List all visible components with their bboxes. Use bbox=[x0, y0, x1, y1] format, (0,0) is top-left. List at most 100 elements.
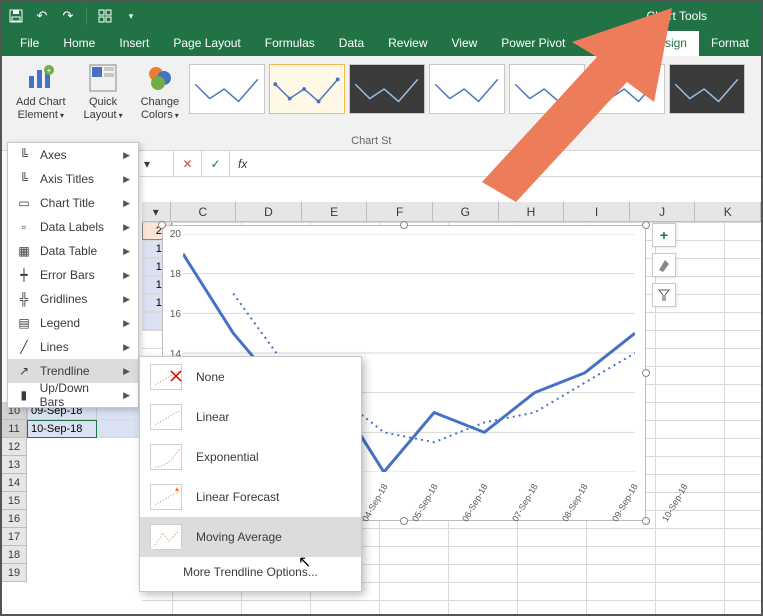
row-header-17[interactable]: 17 bbox=[2, 528, 27, 546]
save-icon[interactable] bbox=[6, 6, 26, 26]
menu-lines[interactable]: ╱Lines▶ bbox=[8, 335, 138, 359]
col-header-k[interactable]: K bbox=[695, 202, 761, 221]
trendline-exponential[interactable]: Exponential bbox=[140, 437, 361, 477]
data-labels-icon: ▫ bbox=[16, 219, 32, 235]
chart-styles-gallery bbox=[189, 60, 745, 114]
data-table-icon: ▦ bbox=[16, 243, 32, 259]
resize-handle[interactable] bbox=[158, 221, 166, 229]
fx-icon[interactable]: fx bbox=[230, 157, 255, 171]
chart-style-4[interactable] bbox=[429, 64, 505, 114]
legend-icon: ▤ bbox=[16, 315, 32, 331]
row-header-16[interactable]: 16 bbox=[2, 510, 27, 528]
add-chart-element-button[interactable]: + Add Chart Element bbox=[12, 60, 70, 123]
menu-chart-title[interactable]: ▭Chart Title▶ bbox=[8, 191, 138, 215]
title-bar: ↶ ↷ ▾ Chart Tools bbox=[2, 2, 761, 30]
chart-filter-button[interactable] bbox=[652, 283, 676, 307]
row-header-19[interactable]: 19 bbox=[2, 564, 27, 582]
resize-handle[interactable] bbox=[642, 369, 650, 377]
chart-side-buttons: + bbox=[652, 223, 676, 313]
chart-styles-button[interactable] bbox=[652, 253, 676, 277]
formula-bar: ▾ ✕ ✓ fx bbox=[140, 151, 761, 177]
cell-a11[interactable]: 10-Sep-18 bbox=[27, 420, 97, 438]
touch-mode-icon[interactable] bbox=[95, 6, 115, 26]
enter-icon[interactable]: ✓ bbox=[202, 151, 230, 176]
resize-handle[interactable] bbox=[642, 517, 650, 525]
change-colors-button[interactable]: Change Colors bbox=[137, 60, 184, 123]
more-trendline-options[interactable]: More Trendline Options... bbox=[140, 557, 361, 587]
menu-trendline[interactable]: ↗Trendline▶ bbox=[8, 359, 138, 383]
resize-handle[interactable] bbox=[642, 221, 650, 229]
ribbon: + Add Chart Element Quick Layout Change … bbox=[2, 56, 761, 151]
menu-updown-bars[interactable]: ▮Up/Down Bars▶ bbox=[8, 383, 138, 407]
tab-file[interactable]: File bbox=[8, 31, 51, 56]
col-header-j[interactable]: J bbox=[630, 202, 696, 221]
ribbon-tabs: File Home Insert Page Layout Formulas Da… bbox=[2, 30, 761, 56]
chart-style-2[interactable] bbox=[269, 64, 345, 114]
menu-data-labels[interactable]: ▫Data Labels▶ bbox=[8, 215, 138, 239]
updown-bars-icon: ▮ bbox=[16, 387, 32, 403]
tab-review[interactable]: Review bbox=[376, 31, 439, 56]
svg-text:+: + bbox=[46, 66, 51, 75]
col-header-b-partial[interactable]: ▾ bbox=[142, 202, 171, 221]
chart-style-6[interactable] bbox=[589, 64, 665, 114]
exponential-icon bbox=[150, 444, 182, 470]
change-colors-icon bbox=[144, 62, 176, 94]
chart-title-icon: ▭ bbox=[16, 195, 32, 211]
name-box-dropdown[interactable]: ▾ bbox=[140, 151, 174, 176]
tab-insert[interactable]: Insert bbox=[107, 31, 161, 56]
col-header-i[interactable]: I bbox=[564, 202, 630, 221]
menu-axes[interactable]: ╚Axes▶ bbox=[8, 143, 138, 167]
trendline-submenu: None Linear Exponential Linear Forecast … bbox=[139, 356, 362, 592]
col-header-e[interactable]: E bbox=[302, 202, 368, 221]
add-chart-element-label: Add Chart Element bbox=[16, 96, 66, 121]
resize-handle[interactable] bbox=[400, 221, 408, 229]
trendline-linear[interactable]: Linear bbox=[140, 397, 361, 437]
tab-design[interactable]: Design bbox=[638, 31, 699, 56]
menu-gridlines[interactable]: ╬Gridlines▶ bbox=[8, 287, 138, 311]
change-colors-label: Change Colors bbox=[141, 96, 180, 121]
quick-layout-button[interactable]: Quick Layout bbox=[80, 60, 127, 123]
error-bars-icon: ┿ bbox=[16, 267, 32, 283]
trendline-icon: ↗ bbox=[16, 363, 32, 379]
axes-icon: ╚ bbox=[16, 147, 32, 163]
tab-view[interactable]: View bbox=[440, 31, 490, 56]
undo-icon[interactable]: ↶ bbox=[32, 6, 52, 26]
trendline-moving-average[interactable]: Moving Average bbox=[140, 517, 361, 557]
row-header-12[interactable]: 12 bbox=[2, 438, 27, 456]
cancel-icon[interactable]: ✕ bbox=[174, 151, 202, 176]
row-header-14[interactable]: 14 bbox=[2, 474, 27, 492]
row-header-11[interactable]: 11 bbox=[2, 420, 27, 438]
tab-format[interactable]: Format bbox=[699, 31, 761, 56]
col-header-f[interactable]: F bbox=[367, 202, 433, 221]
qat-customize-icon[interactable]: ▾ bbox=[121, 6, 141, 26]
menu-axis-titles[interactable]: ╚Axis Titles▶ bbox=[8, 167, 138, 191]
chart-style-7[interactable] bbox=[669, 64, 745, 114]
tab-power-pivot[interactable]: Power Pivot bbox=[489, 31, 577, 56]
chart-style-1[interactable] bbox=[189, 64, 265, 114]
row-header-15[interactable]: 15 bbox=[2, 492, 27, 510]
col-header-d[interactable]: D bbox=[236, 202, 302, 221]
trendline-linear-forecast[interactable]: Linear Forecast bbox=[140, 477, 361, 517]
tab-formulas[interactable]: Formulas bbox=[253, 31, 327, 56]
chart-elements-button[interactable]: + bbox=[652, 223, 676, 247]
menu-data-table[interactable]: ▦Data Table▶ bbox=[8, 239, 138, 263]
chart-style-5[interactable] bbox=[509, 64, 585, 114]
row-header-13[interactable]: 13 bbox=[2, 456, 27, 474]
column-headers: ▾ C D E F G H I J K bbox=[142, 202, 761, 222]
cell-b11[interactable] bbox=[97, 420, 142, 438]
tab-data[interactable]: Data bbox=[327, 31, 376, 56]
trendline-none[interactable]: None bbox=[140, 357, 361, 397]
chart-style-3[interactable] bbox=[349, 64, 425, 114]
row-header-18[interactable]: 18 bbox=[2, 546, 27, 564]
contextual-tab-group: Chart Tools bbox=[597, 2, 757, 30]
redo-icon[interactable]: ↷ bbox=[58, 6, 78, 26]
quick-layout-icon bbox=[87, 62, 119, 94]
forecast-icon bbox=[150, 484, 182, 510]
menu-error-bars[interactable]: ┿Error Bars▶ bbox=[8, 263, 138, 287]
menu-legend[interactable]: ▤Legend▶ bbox=[8, 311, 138, 335]
col-header-h[interactable]: H bbox=[499, 202, 565, 221]
col-header-g[interactable]: G bbox=[433, 202, 499, 221]
tab-home[interactable]: Home bbox=[51, 31, 107, 56]
col-header-c[interactable]: C bbox=[171, 202, 237, 221]
tab-page-layout[interactable]: Page Layout bbox=[161, 31, 252, 56]
